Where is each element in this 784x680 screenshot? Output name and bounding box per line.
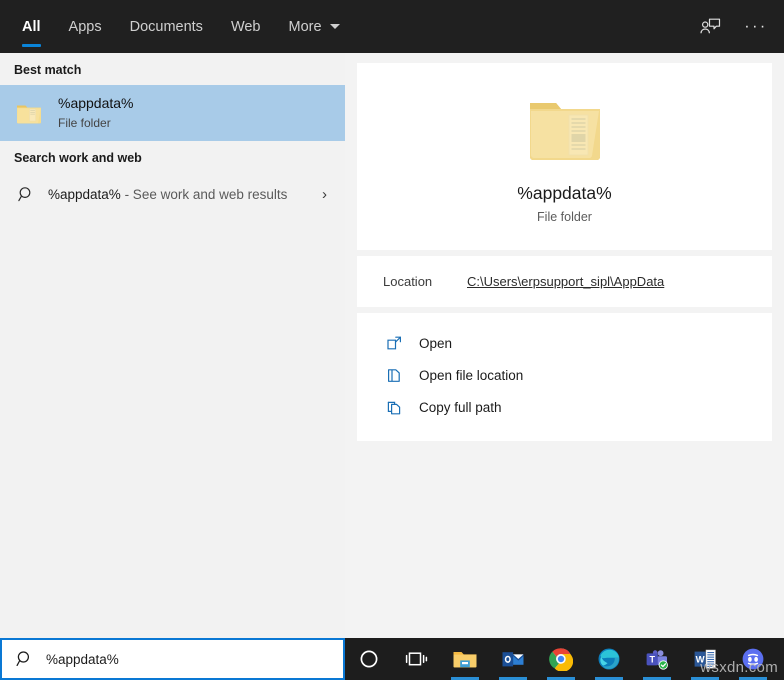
tab-apps-label: Apps: [69, 19, 102, 35]
folder-icon: [12, 96, 46, 130]
word-icon: W: [693, 648, 717, 670]
results-panel: Best match %appdata% File folder Search …: [0, 53, 345, 638]
task-view-icon: [405, 649, 429, 669]
best-match-text: %appdata% File folder: [58, 95, 134, 131]
taskbar-item-file-explorer[interactable]: [441, 638, 489, 680]
taskbar-item-chrome[interactable]: [537, 638, 585, 680]
folder-large-icon: [357, 87, 772, 171]
taskbar-item-word[interactable]: W: [681, 638, 729, 680]
feedback-button[interactable]: [690, 7, 730, 47]
taskbar-item-teams[interactable]: T: [633, 638, 681, 680]
search-input-value: %appdata%: [46, 652, 119, 667]
taskbar-item-outlook[interactable]: [489, 638, 537, 680]
preview-subtitle: File folder: [357, 210, 772, 224]
preview-panel: %appdata% File folder Location C:\Users\…: [345, 53, 784, 638]
folder-icon-svg: [14, 98, 44, 128]
open-folder-icon: [383, 367, 405, 384]
person-feedback-icon: [699, 17, 721, 37]
search-input[interactable]: %appdata%: [0, 638, 345, 680]
tab-all[interactable]: All: [8, 0, 55, 53]
taskbar: %appdata%: [0, 638, 784, 680]
open-external-icon-svg: [386, 335, 403, 352]
best-match-title: %appdata%: [58, 95, 134, 113]
teams-icon: T: [645, 648, 670, 671]
taskbar-item-cortana[interactable]: [345, 638, 393, 680]
taskbar-item-edge[interactable]: [585, 638, 633, 680]
search-icon: [12, 186, 40, 203]
chevron-right-icon[interactable]: ›: [322, 186, 327, 203]
preview-hero-card: %appdata% File folder: [357, 63, 772, 250]
chevron-down-icon: [330, 24, 340, 29]
active-tab-indicator: [22, 44, 41, 47]
search-icon: [12, 650, 38, 668]
cortana-icon: [358, 648, 380, 670]
location-label: Location: [357, 274, 467, 289]
file-explorer-icon: [452, 648, 478, 670]
search-web-heading: Search work and web: [0, 141, 345, 173]
location-path-link[interactable]: C:\Users\erpsupport_sipl\AppData: [467, 274, 664, 289]
edge-icon: [597, 647, 621, 671]
svg-text:W: W: [696, 654, 705, 665]
search-web-suffix: - See work and web results: [121, 187, 288, 202]
search-web-result-row[interactable]: %appdata% - See work and web results ›: [0, 173, 345, 215]
search-web-query: %appdata%: [48, 187, 121, 202]
open-folder-icon-svg: [386, 367, 403, 384]
tab-documents-label: Documents: [130, 19, 203, 35]
tab-web[interactable]: Web: [217, 0, 275, 53]
taskbar-item-task-view[interactable]: [393, 638, 441, 680]
tab-all-label: All: [22, 19, 41, 35]
search-input-icon-svg: [16, 650, 34, 668]
action-open[interactable]: Open: [357, 327, 772, 359]
folder-large-icon-svg: [525, 91, 605, 167]
tab-more[interactable]: More: [275, 0, 354, 53]
taskbar-icons: T W: [345, 638, 784, 680]
outlook-icon: [501, 648, 525, 670]
search-filter-tabs: All Apps Documents Web More: [0, 0, 354, 53]
open-external-icon: [383, 335, 405, 352]
action-open-file-location[interactable]: Open file location: [357, 359, 772, 391]
search-header: All Apps Documents Web More: [0, 0, 784, 53]
tab-more-label: More: [289, 19, 322, 35]
tab-web-label: Web: [231, 19, 261, 35]
header-actions: ···: [690, 0, 776, 53]
best-match-result-row[interactable]: %appdata% File folder: [0, 85, 345, 141]
action-copy-full-path[interactable]: Copy full path: [357, 391, 772, 423]
discord-icon: [741, 647, 765, 671]
tab-apps[interactable]: Apps: [55, 0, 116, 53]
action-open-label: Open: [419, 336, 452, 351]
best-match-subtitle: File folder: [58, 115, 134, 131]
action-copy-full-path-label: Copy full path: [419, 400, 502, 415]
more-options-button[interactable]: ···: [736, 7, 776, 47]
chrome-icon: [549, 647, 573, 671]
svg-text:T: T: [649, 654, 655, 664]
copy-icon: [383, 399, 405, 416]
more-options-icon: ···: [744, 19, 767, 35]
best-match-heading: Best match: [0, 53, 345, 85]
preview-actions-card: Open Open file location: [357, 313, 772, 441]
search-icon-svg: [18, 186, 35, 203]
copy-icon-svg: [386, 399, 403, 416]
taskbar-item-discord[interactable]: [729, 638, 777, 680]
windows-search-overlay: All Apps Documents Web More: [0, 0, 784, 680]
action-open-file-location-label: Open file location: [419, 368, 523, 383]
preview-location-card: Location C:\Users\erpsupport_sipl\AppDat…: [357, 256, 772, 307]
search-web-label: %appdata% - See work and web results: [48, 187, 287, 202]
preview-title: %appdata%: [357, 183, 772, 204]
tab-documents[interactable]: Documents: [116, 0, 217, 53]
